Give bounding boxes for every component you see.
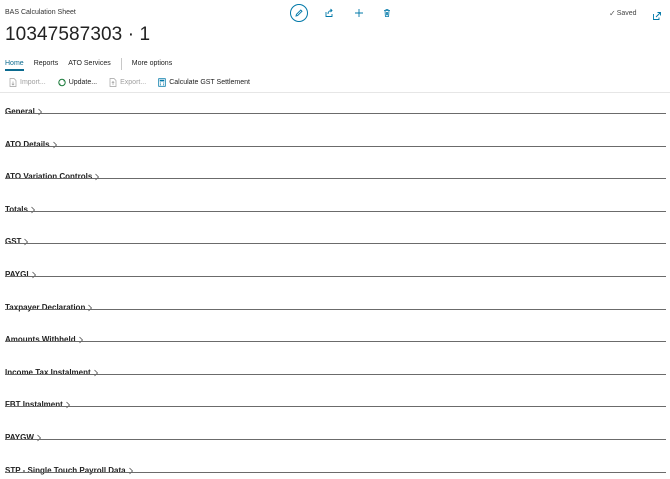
- section-rule: [5, 146, 666, 147]
- trash-icon[interactable]: [378, 4, 396, 22]
- tab-separator: [120, 58, 122, 70]
- import-icon: [9, 77, 17, 87]
- calculator-icon: [158, 77, 166, 87]
- chevron-right-icon: [38, 108, 42, 115]
- section-rule: [5, 113, 666, 114]
- chevron-right-icon: [93, 369, 98, 376]
- section-rule: [5, 439, 666, 440]
- pencil-icon[interactable]: [290, 4, 308, 22]
- tab-more-options[interactable]: More options: [132, 60, 172, 69]
- section-rule: [5, 276, 666, 277]
- chevron-right-icon: [37, 434, 41, 441]
- tab-home[interactable]: Home: [5, 60, 24, 71]
- section-title: ATO Details: [5, 140, 58, 149]
- import-button[interactable]: Import...: [9, 77, 46, 87]
- section-title: STP - Single Touch Payroll Data: [5, 466, 134, 475]
- chevron-right-icon: [31, 206, 36, 213]
- bas-calculation-page: BAS Calculation Sheet ✓ Saved 1034758730…: [0, 0, 670, 479]
- section-general[interactable]: General: [5, 101, 666, 116]
- chevron-right-icon: [128, 467, 133, 474]
- section-amounts-withheld[interactable]: Amounts Withheld: [5, 329, 666, 344]
- action-bar: Import... Update... Export... Calculate …: [9, 76, 262, 88]
- chevron-right-icon: [52, 141, 57, 148]
- page-caption: BAS Calculation Sheet: [5, 9, 76, 16]
- save-status: ✓ Saved: [609, 9, 637, 18]
- section-totals[interactable]: Totals: [5, 199, 666, 214]
- section-title: Taxpayer Declaration: [5, 303, 93, 312]
- chevron-right-icon: [78, 336, 83, 343]
- action-tabs: Home Reports ATO Services More options: [5, 57, 182, 71]
- section-rule: [5, 243, 666, 244]
- section-rule: [5, 341, 666, 342]
- section-title: PAYGI: [5, 270, 37, 279]
- export-icon: [109, 77, 117, 87]
- section-ato-variation-controls[interactable]: ATO Variation Controls: [5, 166, 666, 181]
- section-paygi[interactable]: PAYGI: [5, 264, 666, 279]
- section-title: Totals: [5, 205, 36, 214]
- tab-reports[interactable]: Reports: [34, 60, 59, 69]
- export-label: Export...: [120, 78, 147, 86]
- section-stp-single-touch-payroll-data[interactable]: STP - Single Touch Payroll Data: [5, 460, 666, 475]
- tab-ato-services[interactable]: ATO Services: [68, 60, 111, 69]
- section-taxpayer-declaration[interactable]: Taxpayer Declaration: [5, 297, 666, 312]
- import-label: Import...: [20, 78, 46, 86]
- save-status-label: Saved: [616, 10, 637, 17]
- plus-icon[interactable]: [350, 4, 368, 22]
- chevron-right-icon: [31, 271, 36, 278]
- section-rule: [5, 309, 666, 310]
- export-button[interactable]: Export...: [109, 77, 147, 87]
- section-title: GST: [5, 237, 29, 246]
- calculate-gst-settlement-label: Calculate GST Settlement: [169, 78, 250, 86]
- chevron-right-icon: [65, 401, 70, 408]
- section-rule: [5, 406, 666, 407]
- page-title: 10347587303 · 1: [5, 24, 151, 45]
- popout-icon[interactable]: [652, 8, 662, 20]
- section-income-tax-instalment[interactable]: Income Tax Instalment: [5, 362, 666, 377]
- calculate-gst-settlement-button[interactable]: Calculate GST Settlement: [158, 77, 250, 87]
- section-title: PAYGW: [5, 433, 42, 442]
- update-button[interactable]: Update...: [57, 78, 98, 87]
- checkmark-icon: ✓: [609, 9, 616, 18]
- page-header: BAS Calculation Sheet ✓ Saved: [0, 0, 670, 26]
- section-rule: [5, 211, 666, 212]
- section-gst[interactable]: GST: [5, 231, 666, 246]
- chevron-right-icon: [95, 173, 100, 180]
- section-title: Amounts Withheld: [5, 335, 84, 344]
- share-icon[interactable]: [320, 4, 338, 22]
- section-rule: [5, 374, 666, 375]
- header-divider: [0, 92, 670, 93]
- section-title: FBT Instalment: [5, 400, 71, 409]
- section-paygw[interactable]: PAYGW: [5, 427, 666, 442]
- section-title: ATO Variation Controls: [5, 172, 100, 181]
- section-ato-details[interactable]: ATO Details: [5, 134, 666, 149]
- section-rule: [5, 472, 666, 473]
- section-title: Income Tax Instalment: [5, 368, 99, 377]
- update-label: Update...: [68, 78, 98, 86]
- section-rule: [5, 178, 666, 179]
- section-title: General: [5, 107, 43, 116]
- refresh-icon: [57, 78, 66, 87]
- section-fbt-instalment[interactable]: FBT Instalment: [5, 394, 666, 409]
- chevron-right-icon: [88, 304, 93, 311]
- chevron-right-icon: [24, 238, 29, 245]
